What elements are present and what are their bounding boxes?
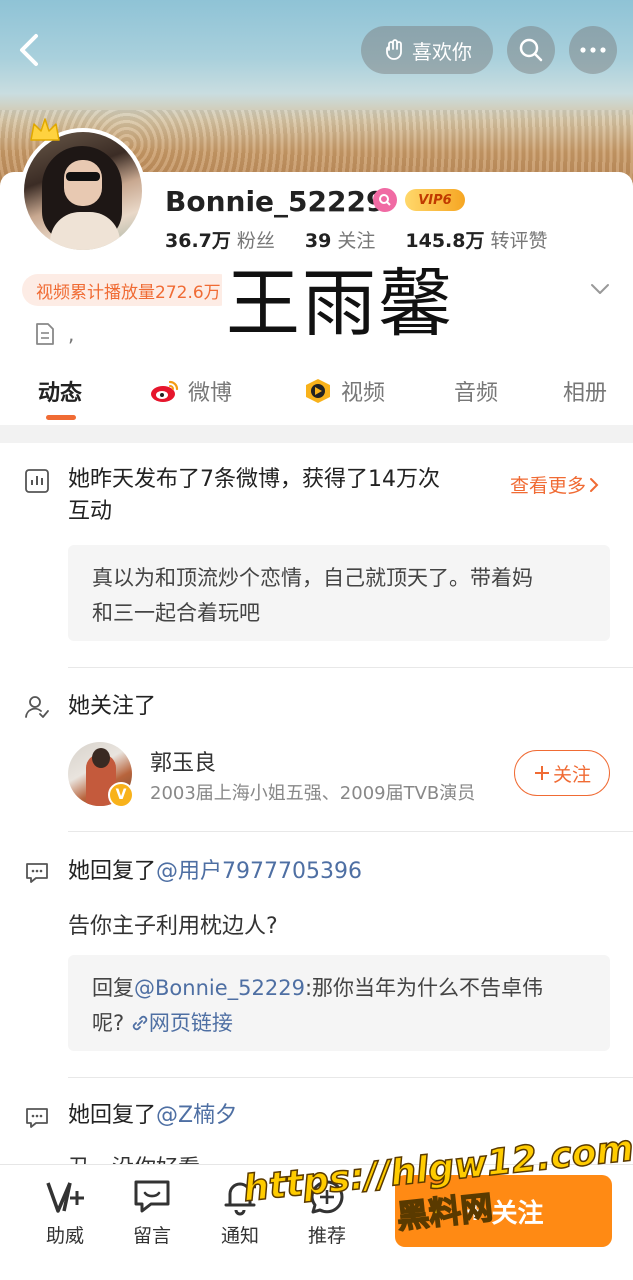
username: Bonnie_52229 xyxy=(165,185,386,218)
overlay-name-caption: 王雨馨 xyxy=(222,262,458,346)
bio-text: , xyxy=(68,322,75,346)
verified-badge-icon: V xyxy=(108,782,134,808)
crown-icon xyxy=(30,118,60,141)
top-bar: 喜欢你 xyxy=(0,22,633,76)
bottom-action-bar: 助威 留言 通知 推荐 关注 xyxy=(0,1164,633,1280)
tab-album[interactable]: 相册 xyxy=(563,375,607,407)
back-button[interactable] xyxy=(14,30,54,70)
user-follow-icon xyxy=(25,696,49,718)
followed-user-desc: 2003届上海小姐五强、2009届TVB演员 xyxy=(150,783,476,804)
fans-label[interactable]: 粉丝 xyxy=(237,226,275,253)
cheer-icon xyxy=(46,1182,84,1213)
message-board-button[interactable]: 留言 xyxy=(117,1177,187,1248)
stats-chart-icon xyxy=(25,469,49,493)
hand-icon xyxy=(386,39,402,60)
cheer-button[interactable]: 助威 xyxy=(30,1177,100,1248)
follow-profile-button[interactable]: 关注 xyxy=(395,1175,612,1247)
comment-icon xyxy=(26,863,48,883)
summary-title: 她昨天发布了7条微博，获得了14万次 互动 xyxy=(68,467,440,524)
vip-label: VIP6 xyxy=(418,192,452,208)
plus-icon xyxy=(534,766,549,780)
tab-audio[interactable]: 音频 xyxy=(454,375,498,407)
member-badge-icon[interactable] xyxy=(373,188,397,212)
profile-tabs: 动态 微博 视频 音频 相册 xyxy=(0,365,633,421)
message-icon xyxy=(134,1180,170,1213)
tab-feed[interactable]: 动态 xyxy=(38,375,82,407)
tab-video[interactable]: 视频 xyxy=(303,375,385,407)
reply-quote-card[interactable]: 回复@Bonnie_52229:那你当年为什么不告卓伟 呢? 网页链接 xyxy=(68,955,610,1051)
tab-weibo[interactable]: 微博 xyxy=(150,375,232,407)
search-icon xyxy=(519,38,543,62)
feed-divider xyxy=(68,831,633,832)
vip-badge[interactable]: VIP6 xyxy=(405,189,465,211)
interactions-label: 转评赞 xyxy=(490,230,548,252)
search-button[interactable] xyxy=(507,26,555,74)
more-dots-icon xyxy=(580,47,606,53)
like-you-label: 喜欢你 xyxy=(412,39,472,64)
more-button[interactable] xyxy=(569,26,617,74)
following-label[interactable]: 关注 xyxy=(337,226,375,253)
link-icon xyxy=(132,1015,148,1031)
reply-title: 她回复了@Z楠夕 xyxy=(68,1103,238,1128)
web-link[interactable]: 网页链接 xyxy=(131,1011,233,1035)
recommend-button[interactable]: 推荐 xyxy=(292,1177,362,1248)
comment-icon xyxy=(26,1108,48,1128)
profile-avatar[interactable] xyxy=(20,128,146,254)
following-count[interactable]: 39 xyxy=(305,230,331,252)
like-you-button[interactable]: 喜欢你 xyxy=(361,26,493,74)
bell-icon xyxy=(224,1182,256,1216)
notify-button[interactable]: 通知 xyxy=(205,1177,275,1248)
reply-text: 告你主子利用枕边人? xyxy=(68,914,278,939)
mention-link[interactable]: @用户7977705396 xyxy=(156,859,362,884)
follow-section-title: 她关注了 xyxy=(68,694,157,719)
mention-link[interactable]: @Z楠夕 xyxy=(156,1103,237,1128)
interactions-count: 145.8万 xyxy=(405,230,485,252)
video-plays-tag[interactable]: 视频累计播放量272.6万 xyxy=(22,274,235,306)
followed-user-name[interactable]: 郭玉良 xyxy=(150,745,216,777)
chevron-right-icon xyxy=(590,477,599,492)
video-channel-icon xyxy=(306,379,330,403)
plus-icon xyxy=(466,1202,485,1220)
recommend-icon xyxy=(310,1180,344,1214)
feed-divider xyxy=(68,667,633,668)
chevron-down-icon[interactable] xyxy=(590,282,610,296)
tab-active-underline xyxy=(46,415,76,420)
weibo-logo-icon xyxy=(151,380,179,402)
fans-count[interactable]: 36.7万 xyxy=(165,226,231,253)
summary-quote-card[interactable]: 真以为和顶流炒个恋情，自己就顶天了。带着妈 和三一起合着玩吧 xyxy=(68,545,610,641)
back-arrow-icon xyxy=(20,34,38,66)
feed-divider xyxy=(68,1077,633,1078)
section-divider xyxy=(0,425,633,443)
view-more-link[interactable]: 查看更多 xyxy=(510,471,600,498)
reply-title: 她回复了@用户7977705396 xyxy=(68,859,362,884)
follow-user-button[interactable]: 关注 xyxy=(514,750,610,796)
profile-stats: 36.7万 粉丝 39 关注 145.8万 转评赞 xyxy=(165,226,578,252)
bio-document-icon xyxy=(36,323,54,345)
quote-mention-link[interactable]: @Bonnie_52229 xyxy=(134,976,305,1000)
